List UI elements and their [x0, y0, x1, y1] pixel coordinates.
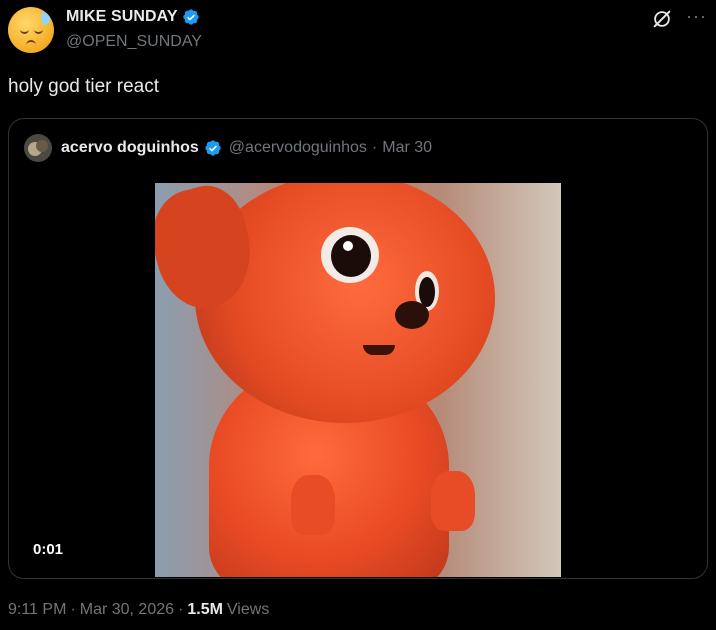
- dog-nose: [395, 301, 429, 329]
- sweat-drop-icon: [39, 10, 52, 26]
- views-label: Views: [226, 601, 270, 618]
- dog-paw: [431, 471, 475, 531]
- quoted-author-name[interactable]: acervo doguinhos: [61, 139, 199, 157]
- quoted-tweet-header: acervo doguinhos @acervodoguinhos · Mar …: [24, 134, 432, 162]
- dog-paw: [291, 475, 335, 535]
- video-player[interactable]: [155, 183, 561, 577]
- quoted-author-avatar[interactable]: [24, 134, 52, 162]
- quoted-author-handle[interactable]: @acervodoguinhos: [229, 139, 367, 157]
- author-handle[interactable]: @OPEN_SUNDAY: [66, 33, 202, 51]
- video-timestamp: 0:01: [33, 541, 64, 558]
- author-name-row: MIKE SUNDAY: [66, 8, 200, 26]
- verified-badge-icon: [205, 140, 221, 156]
- tweet-time[interactable]: 9:11 PM: [8, 601, 66, 619]
- quoted-tweet-date[interactable]: Mar 30: [382, 139, 432, 157]
- tweet-metadata: 9:11 PM · Mar 30, 2026 · 1.5M Views: [8, 601, 269, 619]
- quoted-tweet[interactable]: acervo doguinhos @acervodoguinhos · Mar …: [8, 118, 708, 579]
- tweet-text: holy god tier react: [8, 76, 160, 97]
- grok-icon[interactable]: [651, 8, 673, 30]
- more-options-icon[interactable]: ···: [686, 6, 707, 27]
- verified-badge-icon: [182, 9, 199, 25]
- author-display-name[interactable]: MIKE SUNDAY: [66, 8, 178, 26]
- tweet-date[interactable]: Mar 30, 2026: [80, 601, 174, 619]
- separator-dot: ·: [178, 601, 184, 618]
- separator-dot: ·: [70, 601, 76, 618]
- views-count: 1.5M: [187, 601, 223, 618]
- separator-dot: ·: [371, 139, 378, 156]
- tweet-header: MIKE SUNDAY @OPEN_SUNDAY ···: [0, 0, 716, 64]
- author-avatar[interactable]: [8, 7, 54, 53]
